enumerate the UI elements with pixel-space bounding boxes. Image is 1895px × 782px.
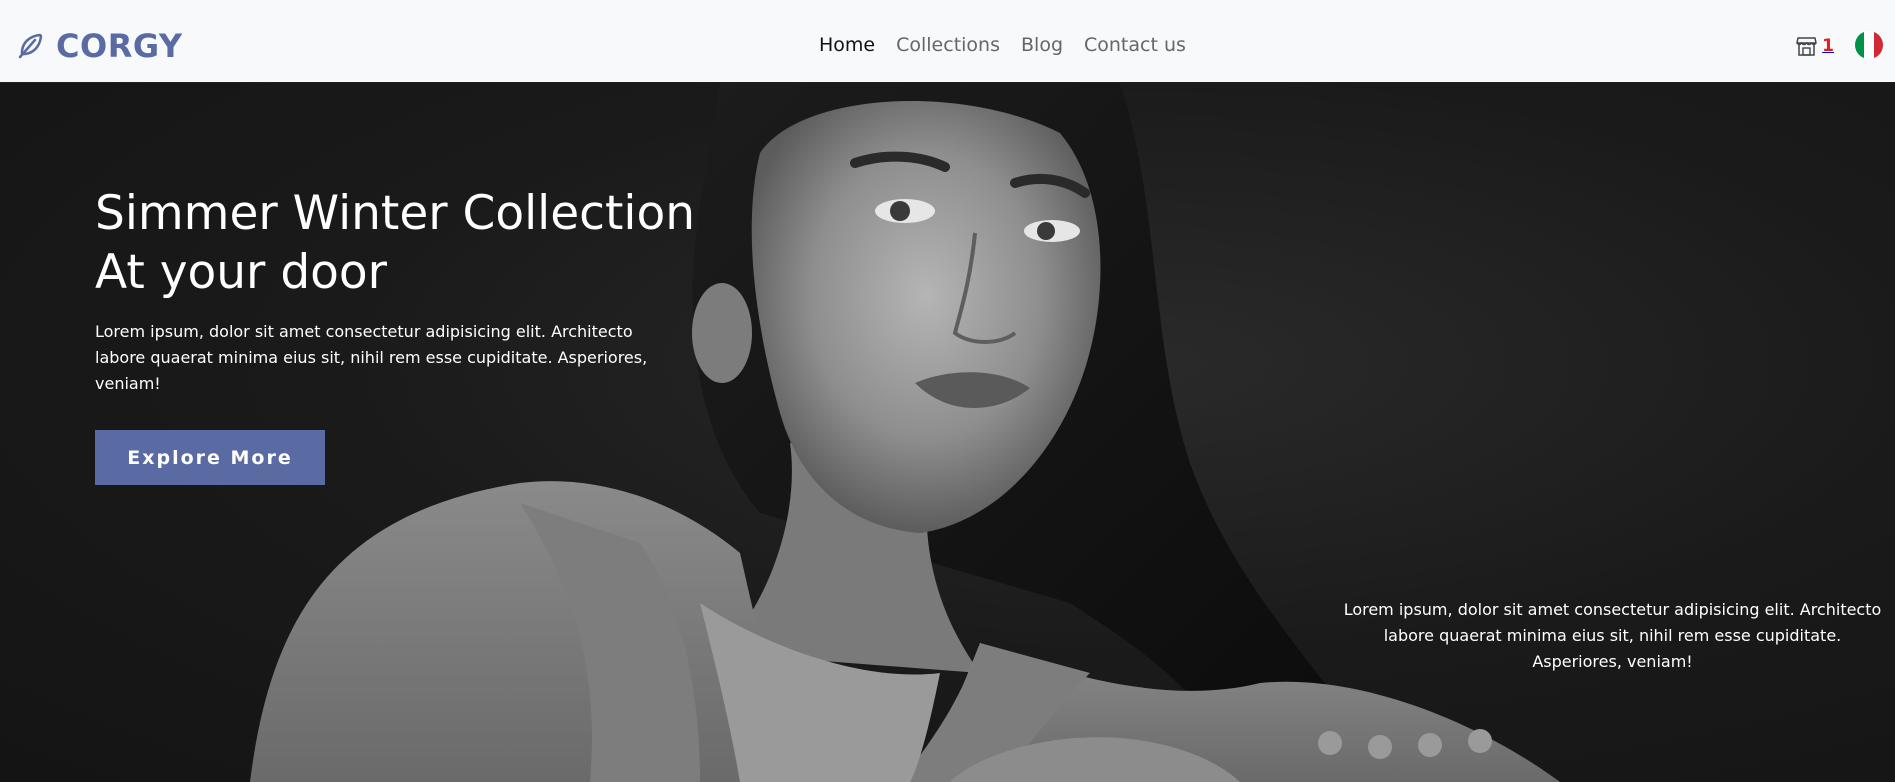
nav-link-blog[interactable]: Blog — [1021, 34, 1063, 56]
hero-side-description: Lorem ipsum, dolor sit amet consectetur … — [1343, 600, 1882, 671]
explore-more-button[interactable]: Explore More — [95, 430, 325, 485]
nav-actions: 1 — [1796, 31, 1883, 59]
nav-link-collections[interactable]: Collections — [896, 34, 1000, 56]
hero-section: Simmer Winter Collection At your door Lo… — [0, 83, 1895, 782]
nav-link-home[interactable]: Home — [819, 34, 875, 56]
store-button[interactable]: 1 — [1796, 36, 1834, 56]
main-nav: Home Collections Blog Contact us — [819, 36, 1186, 55]
brand-name: CORGY — [56, 27, 183, 65]
brand-logo-link[interactable]: CORGY — [16, 30, 183, 62]
feather-icon — [18, 33, 43, 59]
navbar: CORGY Home Collections Blog Contact us 1 — [0, 0, 1895, 83]
store-icon — [1796, 37, 1817, 56]
hero-title-line-2: At your door — [95, 245, 387, 300]
hero-title-line-1: Simmer Winter Collection — [95, 186, 696, 241]
italy-flag-icon[interactable] — [1855, 31, 1883, 59]
nav-link-contact[interactable]: Contact us — [1084, 34, 1186, 56]
hero-title: Simmer Winter Collection At your door — [95, 184, 795, 302]
hero-description: Lorem ipsum, dolor sit amet consectetur … — [95, 322, 648, 393]
store-count-badge: 1 — [1822, 35, 1834, 56]
